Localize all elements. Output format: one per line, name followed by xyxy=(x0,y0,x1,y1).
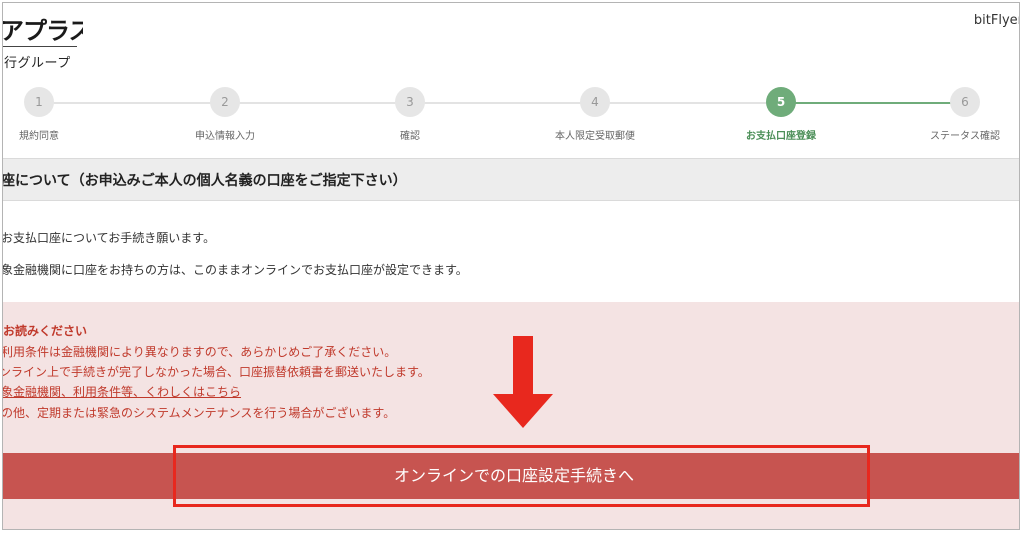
step-2: 2 申込情報入力 xyxy=(165,85,285,142)
section-header: 座について（お申込みご本人の個人名義の口座をご指定下さい） xyxy=(2,158,1019,201)
notice-line: 利用条件は金融機関により異なりますので、あらかじめご了承ください。 xyxy=(2,345,397,359)
step-label: 確認 xyxy=(400,131,420,142)
step-6: 6 ステータス確認 xyxy=(905,85,1019,142)
step-number: 4 xyxy=(580,87,610,117)
brand-divider xyxy=(3,46,77,47)
step-label: 本人限定受取郵便 xyxy=(555,131,635,142)
brand-logo[interactable]: アプラス 行グループ xyxy=(3,11,83,71)
step-3: 3 確認 xyxy=(350,85,470,142)
step-label: 規約同意 xyxy=(19,131,59,142)
instruction-text: お支払口座についてお手続き願います。 xyxy=(2,231,216,245)
notice-title: お読みください xyxy=(3,324,88,338)
step-label: 申込情報入力 xyxy=(195,131,255,142)
progress-stepper: 1 規約同意 2 申込情報入力 3 確認 4 本人限定受取郵便 5 お支払口座登… xyxy=(3,85,1019,145)
notice-panel: お読みください 利用条件は金融機関により異なりますので、あらかじめご了承ください… xyxy=(2,302,1019,529)
step-label: ステータス確認 xyxy=(930,131,1000,142)
details-link[interactable]: 象金融機関、利用条件等、くわしくはこちら xyxy=(3,383,241,400)
step-number: 1 xyxy=(24,87,54,117)
step-5: 5 お支払口座登録 xyxy=(721,85,841,142)
notice-line: の他、定期または緊急のシステムメンテナンスを行う場合がございます。 xyxy=(2,406,396,420)
browser-frame: アプラス 行グループ bitFlyer 1 規約同意 2 申込情報入力 3 確認… xyxy=(2,2,1020,530)
step-number: 2 xyxy=(210,87,240,117)
step-1: 1 規約同意 xyxy=(3,85,99,142)
step-4: 4 本人限定受取郵便 xyxy=(535,85,655,142)
step-number: 3 xyxy=(395,87,425,117)
step-number: 6 xyxy=(950,87,980,117)
step-label: お支払口座登録 xyxy=(746,131,816,142)
down-arrow-icon xyxy=(493,336,553,428)
online-account-setup-button[interactable]: オンラインでの口座設定手続きへ xyxy=(3,453,1019,499)
brand-subtitle: 行グループ xyxy=(4,56,71,71)
step-number: 5 xyxy=(766,87,796,117)
user-name: bitFlyer xyxy=(973,13,1020,28)
eligibility-text: 象金融機関に口座をお持ちの方は、このままオンラインでお支払口座が設定できます。 xyxy=(2,263,468,277)
notice-line: ンライン上で手続きが完了しなかった場合、口座振替依頼書を郵送いたします。 xyxy=(2,365,430,379)
section-title: 座について（お申込みご本人の個人名義の口座をご指定下さい） xyxy=(2,173,407,189)
brand-name: アプラス xyxy=(3,17,83,45)
